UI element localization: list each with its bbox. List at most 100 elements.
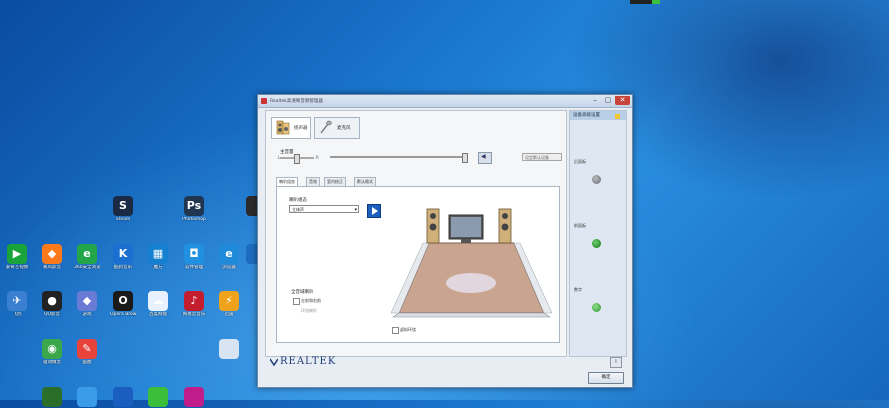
- desktop-icon-image[interactable]: ☁: [148, 291, 168, 311]
- desktop-icon-glyph: ✎: [82, 342, 92, 355]
- desktop-icon-image[interactable]: ▶: [7, 244, 27, 264]
- desktop-icon-image[interactable]: ♪: [184, 291, 204, 311]
- volume-slider[interactable]: [330, 153, 468, 163]
- desktop-icon-image[interactable]: ●: [42, 291, 62, 311]
- digital-label: 数字: [574, 287, 582, 292]
- desktop-icon-glyph: ◆: [82, 294, 92, 307]
- desktop-icon-label: 画图: [82, 360, 92, 365]
- desktop-icon[interactable]: [145, 387, 171, 408]
- desktop-icon-label: 网易云音乐: [182, 312, 206, 317]
- desktop-icon[interactable]: ✎ 画图: [74, 339, 100, 365]
- desktop-icon-image[interactable]: e: [219, 244, 239, 264]
- desktop-icon-label: QQ影音: [43, 312, 61, 317]
- desktop-icon[interactable]: Ps Photoshop: [181, 196, 207, 222]
- desktop-icon-image[interactable]: ◘: [184, 244, 204, 264]
- desktop-icon-image[interactable]: O: [113, 291, 133, 311]
- balance-slider-thumb[interactable]: [294, 154, 300, 164]
- tab-speakers[interactable]: 扬声器: [271, 117, 311, 139]
- title-bar[interactable]: Realtek高清晰音频管理器 – ▢ ✕: [258, 95, 632, 108]
- desktop-icon-image[interactable]: ◆: [77, 291, 97, 311]
- desktop-icon-image[interactable]: [77, 387, 97, 407]
- tab-microphone[interactable]: 麦克风: [314, 117, 360, 139]
- desktop-icon[interactable]: S Steam: [110, 196, 136, 222]
- desktop-icon[interactable]: e 浏览器: [216, 244, 242, 270]
- green-jack-icon[interactable]: [592, 239, 601, 248]
- desktop-icon-glyph: ◉: [47, 342, 57, 355]
- speaker-icon: [276, 120, 290, 135]
- desktop-icon-image[interactable]: [148, 387, 168, 407]
- desktop-icon[interactable]: [110, 387, 136, 408]
- desktop-icon[interactable]: ◘ 软件管理: [181, 244, 207, 270]
- desktop-icon-glyph: e: [83, 247, 91, 260]
- desktop-icon-image[interactable]: [184, 387, 204, 407]
- speaker-config-select[interactable]: 立体声: [289, 205, 359, 214]
- tab-sound-effects[interactable]: 音效: [306, 177, 320, 186]
- desktop-icon-glyph: ◆: [47, 247, 57, 260]
- desktop-icon[interactable]: [216, 339, 242, 360]
- tab-default-format[interactable]: 默认格式: [354, 177, 376, 186]
- desktop-icon-image[interactable]: ▦: [148, 244, 168, 264]
- desktop-icon[interactable]: [74, 387, 100, 408]
- desktop-icon-label: Opera Browser: [110, 312, 136, 317]
- desktop-icon-label: 浏览器: [222, 265, 236, 270]
- desktop-icon[interactable]: ▦ 魔方: [145, 244, 171, 270]
- close-button[interactable]: ✕: [615, 96, 630, 105]
- virtual-surround-label: 虚拟环绕: [400, 327, 416, 332]
- desktop-icon-image[interactable]: S: [113, 196, 133, 216]
- desktop-icon[interactable]: K 酷狗音乐: [110, 244, 136, 270]
- front-lr-checkbox[interactable]: [293, 298, 300, 305]
- default-device-select[interactable]: 设定默认设备: [522, 153, 562, 161]
- desktop-icon[interactable]: ◆ 暴风影音: [39, 244, 65, 270]
- maximize-button[interactable]: ▢: [602, 96, 614, 105]
- desktop-icon[interactable]: ☁ 百度网盘: [145, 291, 171, 317]
- front-panel-label: 前面板: [574, 223, 586, 228]
- desktop-icon-label: Steam: [115, 217, 131, 222]
- virtual-surround-checkbox[interactable]: [392, 327, 399, 334]
- realtek-logo-icon: [270, 358, 278, 366]
- desktop-icon[interactable]: ● QQ影音: [39, 291, 65, 317]
- desktop-icon-label: 魔方: [153, 265, 163, 270]
- tab-room-correction[interactable]: 室内校正: [324, 177, 346, 186]
- info-button[interactable]: i: [610, 357, 622, 368]
- desktop-icon[interactable]: [39, 387, 65, 408]
- desktop-icon-image[interactable]: ◉: [42, 339, 62, 359]
- desktop-icon-image[interactable]: [219, 339, 239, 359]
- desktop-icon-image[interactable]: ⚡: [219, 291, 239, 311]
- ok-button[interactable]: 确定: [588, 372, 624, 384]
- desktop-icon-image[interactable]: e: [77, 244, 97, 264]
- desktop-icon-glyph: e: [225, 247, 233, 260]
- desktop-icon[interactable]: ⚡ 迅雷: [216, 291, 242, 317]
- minimize-button[interactable]: –: [589, 96, 601, 105]
- desktop-icon-label: 软件管理: [185, 265, 203, 270]
- desktop-icon-label: 驱动精灵: [43, 360, 61, 365]
- desktop-icon[interactable]: ✈ 飞鸽: [4, 291, 30, 317]
- desktop-icon-label: 暴风影音: [43, 265, 61, 270]
- desktop-icon-image[interactable]: ◆: [42, 244, 62, 264]
- front-lr-label: 左前和右前: [301, 298, 321, 303]
- desktop-icon[interactable]: e 360安全浏览器: [74, 244, 100, 270]
- desktop-icon-image[interactable]: Ps: [184, 196, 204, 216]
- desktop-icon[interactable]: ▶ 爱奇艺视频: [4, 244, 30, 270]
- desktop-icon-image[interactable]: K: [113, 244, 133, 264]
- desktop-icon[interactable]: ◆ 游戏: [74, 291, 100, 317]
- balance-right-tick: R: [316, 155, 319, 160]
- desktop-icon-image[interactable]: ✈: [7, 291, 27, 311]
- desktop-icon-image[interactable]: [42, 387, 62, 407]
- volume-slider-thumb[interactable]: [462, 153, 468, 163]
- play-test-button[interactable]: [367, 204, 381, 218]
- tray-status-indicator: [652, 0, 660, 4]
- desktop-icon[interactable]: [181, 387, 207, 408]
- desktop-icon[interactable]: ◉ 驱动精灵: [39, 339, 65, 365]
- grey-jack-icon[interactable]: [592, 175, 601, 184]
- desktop-icon-glyph: ▶: [12, 247, 22, 260]
- desktop-icon[interactable]: O Opera Browser: [110, 291, 136, 317]
- window-title: Realtek高清晰音频管理器: [270, 99, 323, 104]
- folder-icon[interactable]: [615, 114, 620, 119]
- digital-jack-icon[interactable]: [592, 303, 601, 312]
- mute-button[interactable]: [478, 152, 492, 164]
- desktop-icon-image[interactable]: [113, 387, 133, 407]
- desktop-icon-label: Photoshop: [182, 217, 206, 222]
- balance-slider[interactable]: [280, 154, 314, 164]
- desktop-icon[interactable]: ♪ 网易云音乐: [181, 291, 207, 317]
- desktop-icon-image[interactable]: ✎: [77, 339, 97, 359]
